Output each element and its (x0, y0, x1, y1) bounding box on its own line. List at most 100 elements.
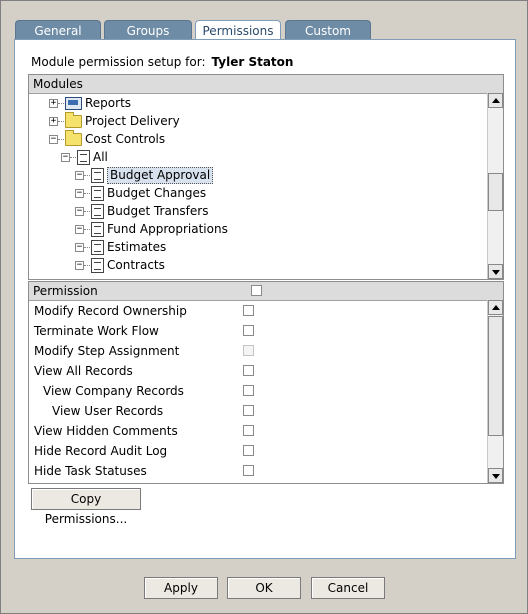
modules-tree: + Reports + Project Delivery − Cost Controls −… (29, 94, 487, 280)
tree-item-label: Fund Appropriations (107, 222, 228, 236)
tree-item-label: Estimates (107, 240, 167, 254)
permissions-tab-panel: Module permission setup for: Tyler Staton… (14, 39, 516, 559)
report-icon (65, 97, 82, 110)
permission-label: Modify Record Ownership (34, 304, 187, 318)
document-icon (91, 186, 104, 201)
tree-item-fund-appropriations[interactable]: − Fund Appropriations (29, 220, 487, 238)
tree-item-label: Budget Transfers (107, 204, 209, 218)
tree-connector (84, 229, 90, 230)
permission-row: View Hidden Comments (29, 421, 487, 441)
tree-item-budget-transfers[interactable]: − Budget Transfers (29, 202, 487, 220)
permission-label: View All Records (34, 364, 133, 378)
tree-item-label: Budget Changes (107, 186, 207, 200)
permission-checkbox[interactable] (243, 445, 254, 456)
modules-header: Modules (29, 75, 503, 94)
permissions-header-label: Permission (33, 284, 98, 298)
ok-button[interactable]: OK (227, 577, 301, 599)
document-icon (91, 222, 104, 237)
scroll-down-button[interactable] (488, 264, 503, 279)
scroll-down-button[interactable] (488, 468, 503, 483)
collapse-icon[interactable]: − (75, 225, 84, 234)
tree-item-project-delivery[interactable]: + Project Delivery (29, 112, 487, 130)
tree-connector (84, 265, 90, 266)
permission-row: View Company Records (29, 381, 487, 401)
permission-row: Terminate Work Flow (29, 321, 487, 341)
scroll-up-button[interactable] (488, 93, 503, 108)
module-setup-header: Module permission setup for: Tyler Staton (31, 55, 293, 69)
header-prefix: Module permission setup for: (31, 55, 206, 69)
tab-general[interactable]: General (15, 20, 101, 40)
scroll-thumb[interactable] (488, 316, 503, 436)
tab-custom[interactable]: Custom (285, 20, 371, 40)
tree-connector (84, 211, 90, 212)
permission-label: View Company Records (43, 384, 184, 398)
permission-label: Hide Task Statuses (34, 464, 147, 478)
tree-item-reports[interactable]: + Reports (29, 94, 487, 112)
permission-row: Hide Task Statuses (29, 461, 487, 481)
collapse-icon[interactable]: − (75, 189, 84, 198)
folder-icon (65, 112, 82, 128)
dialog-window: General Groups Permissions Custom Module… (0, 0, 528, 614)
tree-connector (84, 247, 90, 248)
scroll-up-button[interactable] (488, 300, 503, 315)
permission-checkbox[interactable] (243, 425, 254, 436)
permission-checkbox[interactable] (243, 305, 254, 316)
collapse-icon[interactable]: − (75, 207, 84, 216)
permission-checkbox[interactable] (243, 325, 254, 336)
collapse-icon[interactable]: − (75, 243, 84, 252)
permission-label: View User Records (52, 404, 164, 418)
permissions-panel: Permission Modify Record Ownership Termin… (28, 281, 504, 484)
tree-connector (70, 157, 76, 158)
folder-icon (65, 130, 82, 146)
tree-connector (58, 103, 64, 104)
collapse-icon[interactable]: − (49, 135, 58, 144)
tree-item-budget-changes[interactable]: − Budget Changes (29, 184, 487, 202)
permission-row: Modify Record Ownership (29, 301, 487, 321)
tree-item-label: Project Delivery (85, 114, 180, 128)
permission-label: Modify Step Assignment (34, 344, 180, 358)
permission-label: Hide Record Audit Log (34, 444, 168, 458)
expand-icon[interactable]: + (49, 99, 58, 108)
tree-item-label: All (93, 150, 108, 164)
tree-item-estimates[interactable]: − Estimates (29, 238, 487, 256)
collapse-icon[interactable]: − (75, 261, 84, 270)
modules-scrollbar[interactable] (487, 93, 503, 279)
tree-connector (84, 193, 90, 194)
tree-item-label: Budget Approval (107, 167, 214, 184)
tree-connector (58, 139, 64, 140)
tree-item-label: Reports (85, 96, 132, 110)
modules-panel: Modules + Reports + Project Delivery − Cost C… (28, 74, 504, 280)
collapse-icon[interactable]: − (61, 153, 70, 162)
expand-icon[interactable]: + (49, 117, 58, 126)
tree-item-budget-approval[interactable]: − Budget Approval (29, 166, 487, 184)
document-icon (77, 150, 90, 165)
collapse-icon[interactable]: − (75, 171, 84, 180)
tree-item-contracts[interactable]: − Contracts (29, 256, 487, 274)
select-all-checkbox[interactable] (251, 285, 262, 296)
permission-label: View Hidden Comments (34, 424, 178, 438)
permission-checkbox[interactable] (243, 405, 254, 416)
tree-connector (58, 121, 64, 122)
permission-checkbox[interactable] (243, 465, 254, 476)
tab-permissions[interactable]: Permissions (195, 20, 281, 41)
apply-button[interactable]: Apply (144, 577, 218, 599)
tree-connector (84, 175, 90, 176)
cancel-button[interactable]: Cancel (311, 577, 385, 599)
permission-row: View All Records (29, 361, 487, 381)
permissions-scrollbar[interactable] (487, 300, 503, 483)
tree-item-cost-controls[interactable]: − Cost Controls (29, 130, 487, 148)
tree-item-label: Cost Controls (85, 132, 166, 146)
permission-checkbox[interactable] (243, 385, 254, 396)
permission-checkbox (243, 345, 254, 356)
scroll-thumb[interactable] (488, 173, 503, 211)
permission-row: Modify Step Assignment (29, 341, 487, 361)
permission-label: Terminate Work Flow (34, 324, 159, 338)
document-icon (91, 168, 104, 183)
copy-permissions-button[interactable]: Copy Permissions... (31, 488, 141, 526)
tree-item-label: Contracts (107, 258, 165, 272)
tree-item-all[interactable]: − All (29, 148, 487, 166)
permission-checkbox[interactable] (243, 365, 254, 376)
permission-row: Hide Record Audit Log (29, 441, 487, 461)
tab-groups[interactable]: Groups (104, 20, 192, 40)
document-icon (91, 258, 104, 273)
